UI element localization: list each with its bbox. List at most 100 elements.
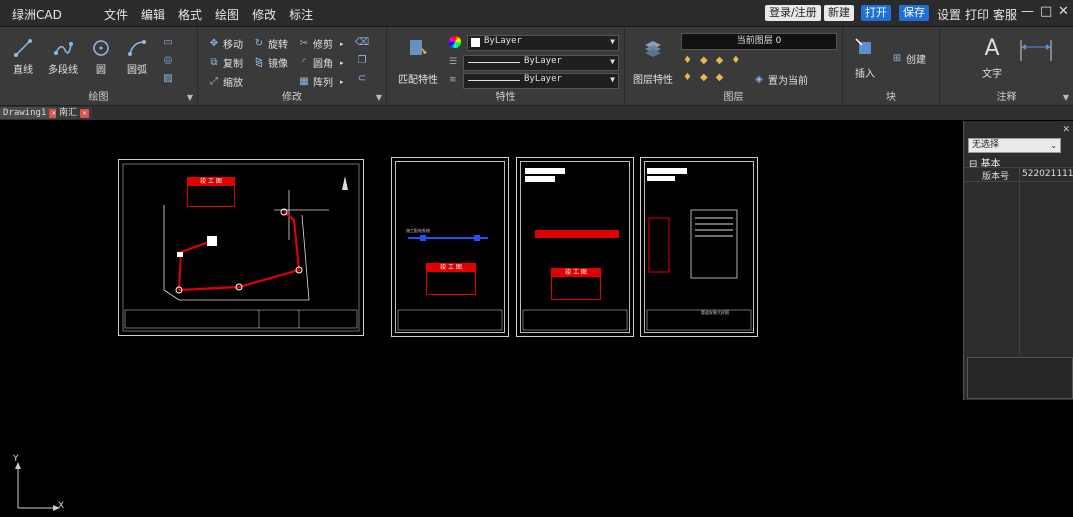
insert-block-tool[interactable]: 插入 <box>849 35 881 80</box>
as-built-stamp-title: 竣 工 图 <box>188 178 234 186</box>
menu-file[interactable]: 文件 <box>104 6 128 23</box>
menu-edit[interactable]: 编辑 <box>141 6 165 23</box>
sheet-2-label: 施工配电系统 <box>406 228 430 233</box>
hatch-tool[interactable]: ▨ <box>162 72 174 84</box>
dimension-icon[interactable] <box>1018 37 1058 66</box>
line-tool[interactable]: 直线 <box>6 35 40 76</box>
color-swatch <box>471 38 480 47</box>
move-tool[interactable]: ✥ 移动 <box>208 36 243 51</box>
layers-panel-label: 图层 <box>723 92 744 103</box>
color-dropdown[interactable]: ByLayer ▼ <box>467 35 619 51</box>
text-label: 文字 <box>982 69 1002 80</box>
layer-properties-tool[interactable]: 图层特性 <box>633 35 673 86</box>
scale-label: 缩放 <box>223 78 243 89</box>
drawing-sheet-3[interactable]: 竣 工 图 <box>516 157 634 337</box>
menu-draw[interactable]: 绘图 <box>215 6 239 23</box>
maximize-icon[interactable]: □ <box>1040 4 1052 19</box>
polyline-icon <box>46 35 80 61</box>
settings-link[interactable]: 设置 <box>937 6 961 23</box>
block-panel: 插入 ⊞ 创建 块 <box>843 27 940 105</box>
match-properties-tool[interactable]: 匹配特性 <box>395 35 441 86</box>
open-button[interactable]: 打开 <box>861 5 891 21</box>
scale-tool[interactable]: ⤢ 缩放 <box>208 74 243 89</box>
close-icon[interactable]: ✕ <box>1062 125 1070 135</box>
array-icon: ▦ <box>299 76 309 87</box>
rectangle-icon: ▭ <box>163 36 173 48</box>
ribbon: 直线 多段线 圆 圆弧 ▭ ◎ ▨ 绘图 ▼ ✥ 移动 ↻ 旋转 ✂ 修剪 ▸ ⧉ 复制 … <box>0 27 1073 106</box>
tab-nanhui[interactable]: 南汇 ✕ <box>56 107 93 119</box>
fillet-icon: ◜ <box>302 57 306 68</box>
polyline-label: 多段线 <box>48 65 78 76</box>
layer-state-icons[interactable]: ♦◆◆♦ <box>683 55 748 66</box>
drawing-sheet-2[interactable]: 施工配电系统 竣 工 图 <box>391 157 509 337</box>
title-bar: 绿洲CAD 文件 编辑 格式 绘图 修改 标注 登录/注册 新建 打开 保存 设… <box>0 0 1073 27</box>
arc-label: 圆弧 <box>127 65 147 76</box>
erase-tool[interactable]: ⌫ <box>354 36 370 48</box>
match-properties-icon <box>395 35 441 61</box>
mirror-tool[interactable]: ⧎ 镜像 <box>253 55 288 70</box>
annotation-panel: A 文字 注释 ▼ <box>940 27 1073 105</box>
ucs-x-label: X <box>58 501 65 511</box>
trim-tool[interactable]: ✂ 修剪 ▸ <box>298 36 344 51</box>
properties-key: 版本号 <box>982 172 1010 182</box>
rectangle-tool[interactable]: ▭ <box>162 36 174 48</box>
lineweight-dropdown[interactable]: ByLayer ▼ <box>463 73 619 89</box>
layer-state-icons-row2[interactable]: ♦◆◆ <box>683 72 731 83</box>
lineweight-icon: ≡ <box>449 75 457 85</box>
print-link[interactable]: 打印 <box>965 6 989 23</box>
menu-dimension[interactable]: 标注 <box>289 6 313 23</box>
move-label: 移动 <box>223 40 243 51</box>
menu-modify[interactable]: 修改 <box>252 6 276 23</box>
properties-divider <box>1019 167 1020 355</box>
fillet-label: 圆角 <box>313 59 333 70</box>
chevron-down-icon: ▼ <box>610 37 615 46</box>
circle-icon <box>84 35 118 61</box>
line-label: 直线 <box>13 65 33 76</box>
drawing-canvas[interactable]: 竣 工 图 施工配电系统 竣 工 图 竣 工 图 管道安装大样图 Y X <box>0 121 963 511</box>
fillet-tool[interactable]: ◜ 圆角 ▸ <box>298 55 343 70</box>
service-link[interactable]: 客服 <box>993 6 1017 23</box>
circle-tool[interactable]: 圆 <box>84 35 118 76</box>
mirror-label: 镜像 <box>268 59 288 70</box>
minimize-icon[interactable]: — <box>1021 4 1034 19</box>
eraser-icon: ⌫ <box>354 36 370 48</box>
offset-tool[interactable]: ⊂ <box>356 72 368 84</box>
modify-expand-icon[interactable]: ▼ <box>376 93 382 102</box>
save-button[interactable]: 保存 <box>899 5 929 21</box>
selection-value: 无选择 <box>972 140 1000 150</box>
set-current-tool[interactable]: ◈ 置为当前 <box>753 72 808 87</box>
menu-bar: 文件 编辑 格式 绘图 修改 标注 <box>104 6 313 23</box>
ucs-y-label: Y <box>13 454 19 464</box>
chevron-down-icon: ⌄ <box>1050 141 1057 150</box>
as-built-stamp: 竣 工 图 <box>426 263 476 295</box>
copy-label: 复制 <box>223 59 243 70</box>
linetype-dropdown[interactable]: ByLayer ▼ <box>463 55 619 71</box>
draw-panel: 直线 多段线 圆 圆弧 ▭ ◎ ▨ 绘图 ▼ <box>0 27 198 105</box>
array-tool[interactable]: ▦ 阵列 ▸ <box>298 74 343 89</box>
copy-tool[interactable]: ⧉ 复制 <box>208 55 243 70</box>
sheet-4-label: 管道安装大样图 <box>701 310 729 315</box>
drawing-sheet-4[interactable]: 管道安装大样图 <box>640 157 758 337</box>
tab-drawing1[interactable]: Drawing1 ✕ <box>0 107 62 119</box>
arc-tool[interactable]: 圆弧 <box>120 35 154 76</box>
explode-tool[interactable]: ❐ <box>356 54 368 66</box>
menu-format[interactable]: 格式 <box>178 6 202 23</box>
polyline-tool[interactable]: 多段线 <box>46 35 80 76</box>
close-icon[interactable]: ✕ <box>1058 4 1069 19</box>
login-button[interactable]: 登录/注册 <box>765 5 821 21</box>
explode-icon: ❐ <box>357 54 367 66</box>
layers-icon <box>633 35 673 61</box>
rotate-tool[interactable]: ↻ 旋转 <box>253 36 288 51</box>
selection-dropdown[interactable]: 无选择 ⌄ <box>968 138 1061 153</box>
close-tab-icon[interactable]: ✕ <box>80 109 90 118</box>
properties-panel: 匹配特性 ByLayer ▼ ☰ ByLayer ▼ ≡ ByLayer ▼ 特… <box>387 27 625 105</box>
annotation-panel-label: 注释 <box>996 92 1017 103</box>
text-tool[interactable]: A 文字 <box>976 35 1008 81</box>
annotation-expand-icon[interactable]: ▼ <box>1063 93 1069 102</box>
drawing-sheet-1[interactable]: 竣 工 图 <box>118 159 364 336</box>
create-block-tool[interactable]: ⊞ 创建 <box>891 51 926 66</box>
new-button[interactable]: 新建 <box>824 5 854 21</box>
draw-expand-icon[interactable]: ▼ <box>187 93 193 102</box>
ellipse-tool[interactable]: ◎ <box>162 54 174 66</box>
current-layer-box[interactable]: 当前图层 0 <box>681 33 837 50</box>
